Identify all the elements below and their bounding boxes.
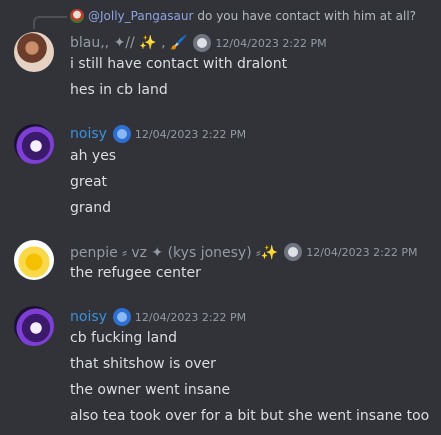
reply-preview[interactable]: @Jolly_Pangasaur do you have contact wit… xyxy=(70,7,416,25)
reply-text: do you have contact with him at all? xyxy=(197,9,417,23)
timestamp: 12/04/2023 2:22 PM xyxy=(134,127,247,141)
server-tag-icon xyxy=(284,243,303,261)
message-line: cb fucking land xyxy=(70,330,177,346)
message-line: also tea took over for a bit but she wen… xyxy=(70,408,430,424)
message-line: great xyxy=(70,174,108,190)
server-tag-icon xyxy=(112,308,131,326)
message-line: hes in cb land xyxy=(70,82,168,98)
message-line: the owner went insane xyxy=(70,382,231,398)
message-line: ah yes xyxy=(70,148,117,164)
server-tag-icon xyxy=(193,34,212,52)
avatar-noisy[interactable] xyxy=(14,306,54,346)
reply-avatar xyxy=(70,9,84,23)
timestamp: 12/04/2023 2:22 PM xyxy=(306,245,418,259)
message-header: penpie ⸗ vz ✦ (kys jonesy) ⸗✨ 12/04/2023… xyxy=(70,242,417,262)
author-name[interactable]: penpie ⸗ vz ✦ (kys jonesy) ⸗✨ xyxy=(70,244,278,261)
timestamp: 12/04/2023 2:22 PM xyxy=(215,36,327,50)
author-name[interactable]: noisy xyxy=(70,126,107,142)
timestamp: 12/04/2023 2:22 PM xyxy=(134,310,247,324)
message-header: noisy 12/04/2023 2:22 PM xyxy=(70,307,246,327)
message-header: blau,, ✦// ✨ , 🖌️ 12/04/2023 2:22 PM xyxy=(70,33,327,53)
avatar-penpie[interactable] xyxy=(14,240,54,280)
message-line: that shitshow is over xyxy=(70,356,216,372)
reply-connector xyxy=(33,16,67,29)
message-line: grand xyxy=(70,200,111,216)
message-header: noisy 12/04/2023 2:22 PM xyxy=(70,124,246,144)
author-name[interactable]: blau,, ✦// ✨ , 🖌️ xyxy=(70,35,187,51)
avatar-noisy[interactable] xyxy=(14,124,54,164)
server-tag-icon xyxy=(112,125,131,143)
author-name[interactable]: noisy xyxy=(70,309,107,325)
message-line: i still have contact with dralont xyxy=(70,56,288,72)
reply-author[interactable]: @Jolly_Pangasaur xyxy=(88,9,193,23)
avatar-blau[interactable] xyxy=(14,32,54,72)
message-line: the refugee center xyxy=(70,265,201,281)
